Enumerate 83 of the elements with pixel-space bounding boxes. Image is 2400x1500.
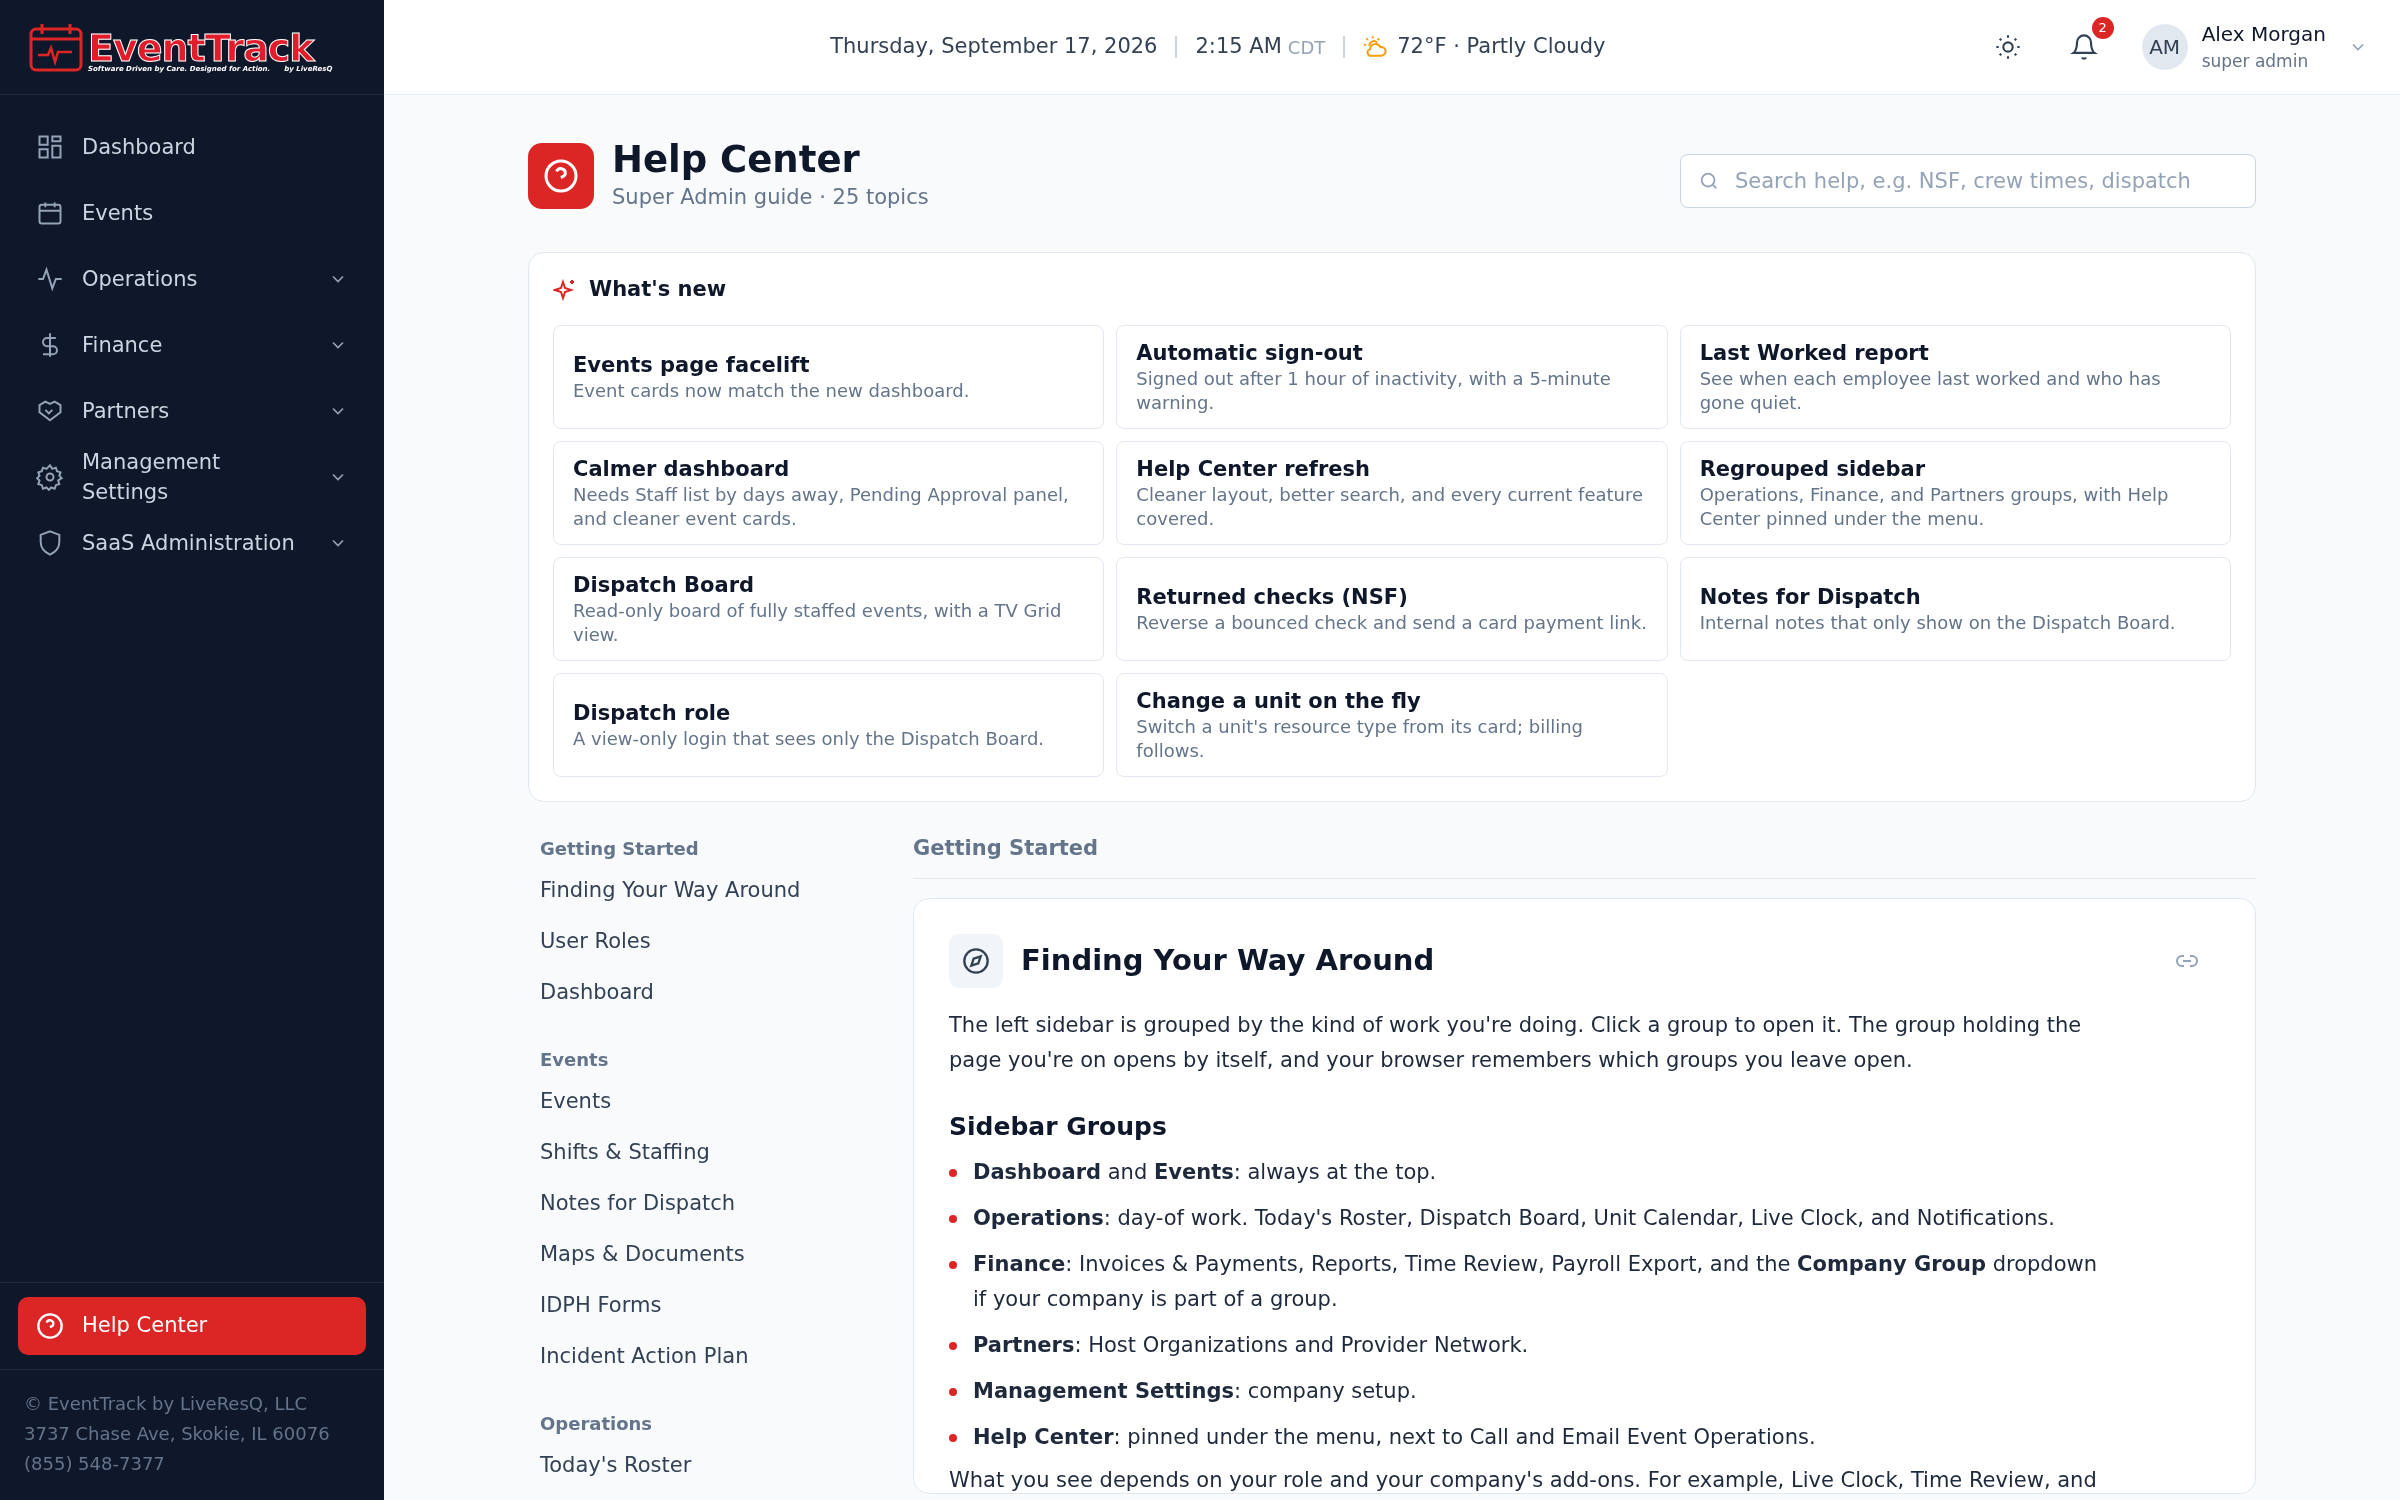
toc-link[interactable]: Finding Your Way Around [540, 865, 801, 917]
current-time: 2:15 AM [1195, 33, 1282, 61]
update-description: Event cards now match the new dashboard. [573, 378, 971, 403]
bullet-text: Dashboard and Events: always at the top. [973, 1159, 1437, 1186]
footer-text: © EventTrack by LiveResQ, LLC [24, 1392, 309, 1416]
footer-text: 3737 Chase Ave, Skokie, IL 60076 [24, 1422, 331, 1446]
sparkle-icon [553, 277, 577, 302]
article-intro: The left sidebar is grouped by the kind of work you're doing. Click a group to open it. The group holding the page you're on opens by itself, and your browser remembers which groups you leave open. [949, 1011, 2083, 1074]
sidebar-item[interactable]: Partners [18, 379, 366, 443]
bullet-text: Help Center: pinned under the menu, next to Call and Email Event Operations. [973, 1424, 1816, 1451]
update-title: Change a unit on the fly [1136, 687, 1422, 715]
separator [1343, 36, 1346, 58]
user-menu[interactable]: AM Alex Morgan super admin [2141, 19, 2368, 75]
help-center-button[interactable]: Help Center [18, 1297, 366, 1355]
article-paragraph: What you see depends on your role and your company's add-ons. For example, Live Clock, Time Review, and [949, 1467, 2098, 1493]
toc-link[interactable]: Shifts & Staffing [540, 1127, 710, 1179]
bullet-text: Finance: Invoices & Payments, Reports, Time Review, Payroll Export, and the Company Group dropdown if your company is part of a group. [973, 1251, 2098, 1313]
bell-icon [2069, 33, 2098, 61]
toc-link[interactable]: IDPH Forms [540, 1280, 662, 1332]
logo-wordmark: EventTrack [88, 30, 315, 66]
toc-link[interactable]: Maps & Documents [540, 1229, 745, 1281]
notification-count: 2 [2091, 17, 2114, 39]
sidebar-item[interactable]: Operations [18, 247, 366, 311]
sun-icon [1993, 33, 2022, 61]
update-description: Operations, Finance, and Partners groups, with Help Center pinned under the menu. [1699, 482, 2170, 531]
user-name: Alex Morgan [2201, 21, 2326, 49]
update-title: Help Center refresh [1136, 455, 1372, 483]
update-description: Signed out after 1 hour of inactivity, with a 5-minute warning. [1136, 366, 1612, 415]
sidebar-item[interactable]: Events [18, 181, 366, 245]
toc-link[interactable]: Incident Action Plan [540, 1331, 749, 1383]
update-description: Internal notes that only show on the Dispatch Board. [1699, 610, 2177, 635]
section-heading: Getting Started [913, 834, 1100, 862]
toc-link[interactable]: Today's Roster [540, 1440, 692, 1492]
update-title: Dispatch Board [573, 571, 756, 599]
calendar-heartbeat-icon [28, 21, 84, 73]
page-subtitle: Super Admin guide · 25 topics [612, 184, 929, 211]
toc-heading: Events [540, 1048, 610, 1072]
update-description: See when each employee last worked and who has gone quiet. [1699, 366, 2162, 415]
dashboard-grid-icon [36, 133, 64, 161]
update-title: Automatic sign-out [1136, 339, 1364, 367]
compass-icon [962, 946, 990, 975]
bullet-text: Operations: day-of work. Today's Roster, Dispatch Board, Unit Calendar, Live Clock, and Notifications. [973, 1205, 2055, 1232]
toc-link[interactable]: Notes for Dispatch [540, 1178, 736, 1230]
current-date: Thursday, September 17, 2026 [830, 33, 1158, 61]
bullet-text: Partners: Host Organizations and Provider Network. [973, 1332, 1529, 1359]
page-title: Help Center [612, 138, 861, 182]
sidebar-item[interactable]: SaaS Administration [18, 511, 366, 575]
update-description: Switch a unit's resource type from its card; billing follows. [1136, 714, 1584, 763]
search-field[interactable]: Search help, e.g. NSF, crew times, dispatch [1680, 153, 2256, 208]
update-title: Regrouped sidebar [1699, 455, 1926, 483]
update-title: Calmer dashboard [573, 455, 791, 483]
user-role: super admin [2201, 50, 2309, 74]
update-title: Dispatch role [573, 699, 732, 727]
update-title: Returned checks (NSF) [1136, 583, 1409, 611]
sidebar-item[interactable]: Management Settings [18, 445, 366, 509]
update-description: Needs Staff list by days away, Pending Approval panel, and cleaner event cards. [573, 482, 1070, 531]
update-description: Cleaner layout, better search, and every current feature covered. [1136, 482, 1645, 531]
sidebar-item[interactable]: Finance [18, 313, 366, 377]
article-subheading: Sidebar Groups [949, 1110, 1168, 1143]
weather-reading: 72°F · Partly Cloudy [1397, 33, 1606, 61]
footer-text: (855) 548-7377 [24, 1452, 166, 1476]
pulse-icon [36, 265, 64, 293]
time-zone: CDT [1287, 35, 1326, 60]
update-title: Events page facelift [573, 351, 811, 379]
user-avatar: AM [2141, 24, 2188, 70]
separator [1175, 36, 1178, 58]
sidebar-item[interactable]: Dashboard [18, 115, 366, 179]
toc-link[interactable]: Events [540, 1076, 612, 1128]
update-description: Reverse a bounced check and send a card payment link. [1136, 610, 1648, 635]
toc-heading: Getting Started [540, 837, 700, 861]
bullet-text: Management Settings: company setup. [973, 1378, 1417, 1405]
update-description: A view-only login that sees only the Dispatch Board. [573, 726, 1046, 751]
question-icon [543, 157, 579, 194]
update-description: Read-only board of fully staffed events, with a TV Grid view. [573, 598, 1063, 647]
update-title: Notes for Dispatch [1699, 583, 1922, 611]
question-icon [36, 1312, 64, 1340]
gear-icon [36, 463, 64, 491]
article-title: Finding Your Way Around [1021, 941, 1435, 979]
toc-link[interactable]: User Roles [540, 916, 651, 968]
toc-link[interactable]: Dashboard [540, 967, 654, 1019]
update-title: Last Worked report [1699, 339, 1930, 367]
section-title: What's new [589, 275, 727, 303]
toc-heading: Operations [540, 1412, 654, 1436]
